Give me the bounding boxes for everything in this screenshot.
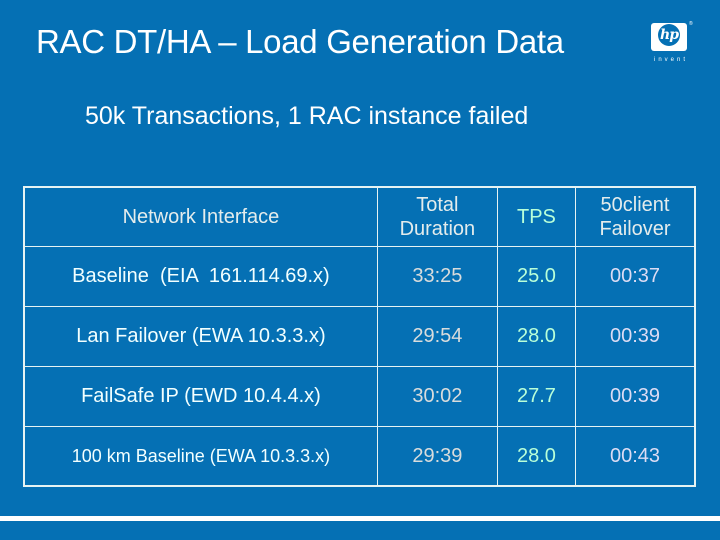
- cell-duration: 29:54: [376, 305, 498, 367]
- slide-title: RAC DT/HA – Load Generation Data: [36, 23, 564, 60]
- table-row: 100 km Baseline (EWA 10.3.3.x) 29:39 28.…: [23, 425, 696, 487]
- header-network-interface: Network Interface: [23, 186, 378, 247]
- cell-duration: 30:02: [376, 365, 498, 427]
- registered-icon: ®: [689, 21, 693, 27]
- cell-failover: 00:37: [575, 245, 696, 307]
- cell-tps: 28.0: [496, 305, 577, 367]
- cell-duration: 29:39: [376, 425, 498, 487]
- hp-logo-icon: hp ® invent: [649, 21, 697, 69]
- cell-interface: Lan Failover (EWA 10.3.3.x): [23, 305, 378, 367]
- header-client-failover: 50client Failover: [575, 186, 696, 247]
- cell-interface: FailSafe IP (EWD 10.4.4.x): [23, 365, 378, 427]
- cell-tps: 27.7: [496, 365, 577, 427]
- table-row: Lan Failover (EWA 10.3.3.x) 29:54 28.0 0…: [23, 305, 696, 367]
- table-header-row: Network Interface Total Duration TPS 50cl…: [23, 186, 696, 247]
- footer-divider: [0, 516, 720, 521]
- cell-tps: 25.0: [496, 245, 577, 307]
- slide-subtitle: 50k Transactions, 1 RAC instance failed: [85, 102, 529, 130]
- header-total-duration: Total Duration: [376, 186, 498, 247]
- header-tps: TPS: [496, 186, 577, 247]
- load-data-table: Network Interface Total Duration TPS 50cl…: [23, 186, 696, 487]
- cell-interface: Baseline (EIA 161.114.69.x): [23, 245, 378, 307]
- cell-failover: 00:39: [575, 305, 696, 367]
- cell-interface: 100 km Baseline (EWA 10.3.3.x): [23, 425, 378, 487]
- cell-tps: 28.0: [496, 425, 577, 487]
- logo-mark: hp: [658, 24, 680, 46]
- cell-failover: 00:39: [575, 365, 696, 427]
- cell-duration: 33:25: [376, 245, 498, 307]
- logo-tagline: invent: [653, 57, 688, 63]
- table-row: Baseline (EIA 161.114.69.x) 33:25 25.0 0…: [23, 245, 696, 307]
- logo-box: hp: [651, 23, 687, 51]
- cell-failover: 00:43: [575, 425, 696, 487]
- table-row: FailSafe IP (EWD 10.4.4.x) 30:02 27.7 00…: [23, 365, 696, 427]
